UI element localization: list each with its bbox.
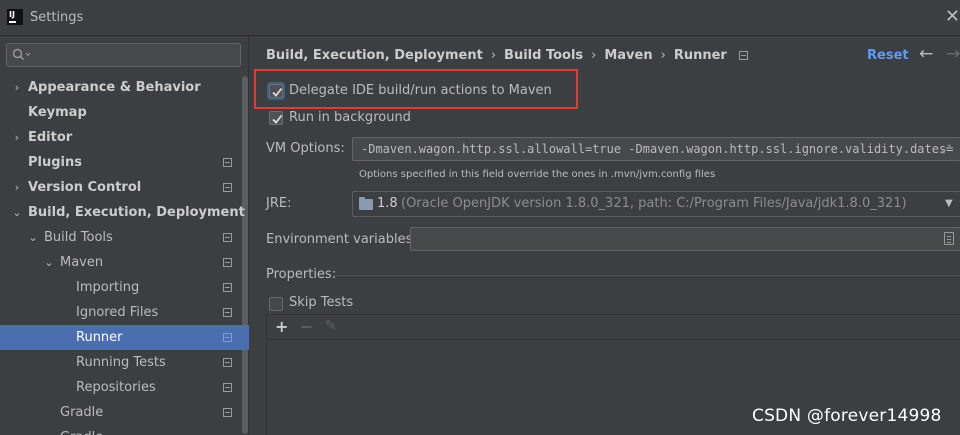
tree-item-label: Gradle	[60, 405, 104, 420]
tree-item-label: Maven	[60, 255, 104, 270]
jre-select[interactable]: 1.8 (Oracle OpenJDK version 1.8.0_321, p…	[352, 191, 960, 217]
tree-item-label: Ignored Files	[76, 305, 159, 320]
chevron-right-icon[interactable]: ›	[12, 75, 22, 100]
project-level-icon	[223, 383, 232, 392]
tree-item-label: Running Tests	[76, 355, 166, 370]
dropdown-arrow-icon[interactable]: ▼	[945, 192, 953, 216]
checkmark-icon	[272, 114, 283, 124]
tree-item-build-tools[interactable]: ⌄ Build Tools	[0, 225, 249, 250]
tree-item-label: Gradle	[60, 425, 103, 435]
vm-options-label: VM Options:	[266, 141, 345, 156]
tree-item-runner[interactable]: Runner	[0, 325, 249, 350]
run-in-background-checkbox[interactable]	[269, 111, 283, 125]
breadcrumb-item: Build, Execution, Deployment	[266, 48, 483, 63]
vm-options-input[interactable]: -Dmaven.wagon.http.ssl.allowall=true -Dm…	[352, 137, 960, 161]
tree-item-label: Editor	[28, 130, 73, 145]
chevron-right-icon[interactable]: ›	[12, 175, 22, 200]
search-icon	[12, 48, 31, 60]
tree-item-label: Version Control	[28, 180, 142, 195]
project-level-icon	[223, 183, 232, 192]
tree-item-version-control[interactable]: › Version Control	[0, 175, 249, 200]
search-input[interactable]	[6, 43, 241, 67]
back-arrow-icon[interactable]: ←	[919, 44, 933, 64]
tree-item-plugins[interactable]: Plugins	[0, 150, 249, 175]
window-title: Settings	[30, 10, 84, 25]
jdk-folder-icon	[359, 197, 373, 210]
project-level-icon	[223, 408, 232, 417]
breadcrumb-separator: ›	[660, 48, 666, 63]
breadcrumb-item: Build Tools	[504, 48, 584, 63]
checkmark-icon	[272, 87, 283, 97]
reset-link[interactable]: Reset	[867, 48, 909, 63]
breadcrumb-separator: ›	[591, 48, 597, 63]
tree-item-running-tests[interactable]: Running Tests	[0, 350, 249, 375]
watermark: CSDN @forever14998	[752, 406, 942, 426]
project-level-icon	[223, 158, 232, 167]
tree-item-ignored-files[interactable]: Ignored Files	[0, 300, 249, 325]
tree-item-label: Runner	[76, 330, 123, 345]
close-icon[interactable]: ✕	[945, 8, 960, 26]
title-bar: IJ Settings ✕	[0, 0, 960, 36]
tree-item-keymap[interactable]: Keymap	[0, 100, 249, 125]
project-level-icon	[223, 358, 232, 367]
properties-toolbar: + − ✎	[267, 315, 960, 340]
env-variables-input[interactable]	[410, 227, 960, 251]
project-level-icon	[223, 308, 232, 317]
chevron-down-icon[interactable]: ⌄	[12, 200, 22, 225]
chevron-down-icon[interactable]: ⌄	[44, 250, 54, 275]
project-level-icon	[738, 51, 748, 60]
chevron-down-icon[interactable]: ⌄	[28, 225, 38, 250]
settings-tree: › Appearance & Behavior Keymap › Editor …	[0, 75, 249, 435]
skip-tests-checkbox[interactable]	[269, 297, 283, 311]
project-level-icon	[223, 258, 232, 267]
chevron-right-icon[interactable]: ›	[12, 125, 22, 150]
tree-item-maven[interactable]: ⌄ Maven	[0, 250, 249, 275]
tree-item-label: Build, Execution, Deployment	[28, 205, 245, 220]
project-level-icon	[223, 283, 232, 292]
jre-detail: (Oracle OpenJDK version 1.8.0_321, path:…	[401, 196, 907, 211]
edit-icon[interactable]: ✎	[325, 318, 337, 334]
breadcrumb-item: Runner	[673, 48, 727, 63]
tree-item-label: Build Tools	[44, 230, 113, 245]
tree-item-label: Appearance & Behavior	[28, 80, 201, 95]
tree-item-label: Plugins	[28, 155, 82, 170]
run-in-background-label: Run in background	[289, 110, 411, 125]
intellij-logo-icon: IJ	[7, 9, 23, 25]
jre-label: JRE:	[266, 196, 292, 211]
tree-item-appearance-behavior[interactable]: › Appearance & Behavior	[0, 75, 249, 100]
remove-icon[interactable]: −	[300, 317, 313, 336]
properties-label: Properties:	[266, 267, 337, 282]
project-level-icon	[223, 233, 232, 242]
breadcrumb: Build, Execution, Deployment › Build Tools…	[266, 48, 748, 63]
tree-item-label: Repositories	[76, 380, 156, 395]
tree-item-gradle[interactable]: Gradle	[0, 400, 249, 425]
expand-icon[interactable]: ⤢	[941, 142, 951, 157]
tree-item-build-execution-deployment[interactable]: ⌄ Build, Execution, Deployment	[0, 200, 249, 225]
tree-item-label: Importing	[76, 280, 140, 295]
add-icon[interactable]: +	[275, 317, 288, 336]
settings-content: Build, Execution, Deployment › Build Tools…	[250, 36, 960, 435]
tree-item-partial[interactable]: Gradle	[0, 425, 249, 435]
forward-arrow-icon[interactable]: →	[946, 44, 960, 64]
skip-tests-label: Skip Tests	[289, 295, 354, 310]
env-variables-label: Environment variables:	[266, 232, 417, 247]
document-icon[interactable]	[944, 232, 954, 245]
delegate-checkbox[interactable]	[269, 84, 283, 98]
tree-item-repositories[interactable]: Repositories	[0, 375, 249, 400]
tree-item-label: Keymap	[28, 105, 87, 120]
breadcrumb-separator: ›	[490, 48, 497, 63]
jre-version: 1.8	[377, 196, 398, 211]
tree-item-importing[interactable]: Importing	[0, 275, 249, 300]
delegate-label: Delegate IDE build/run actions to Maven	[289, 83, 552, 98]
project-level-icon	[223, 333, 232, 342]
properties-separator	[334, 275, 960, 276]
settings-sidebar: › Appearance & Behavior Keymap › Editor …	[0, 36, 249, 435]
tree-item-editor[interactable]: › Editor	[0, 125, 249, 150]
vm-options-hint: Options specified in this field override…	[359, 169, 716, 180]
breadcrumb-item: Maven	[604, 48, 653, 63]
